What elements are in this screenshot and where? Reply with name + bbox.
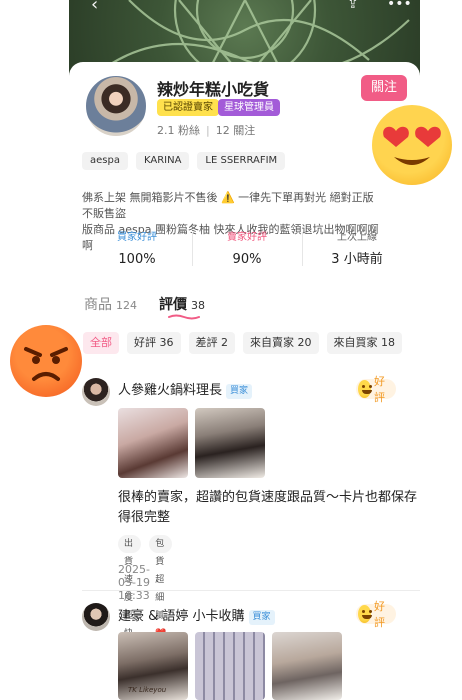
interest-tag[interactable]: LE SSERRAFIM [197,152,286,170]
review-photo[interactable] [195,408,265,478]
share-icon[interactable]: ⇪ [347,0,359,12]
review-photo[interactable] [272,632,342,700]
metric-last-online: 上次上線 3 小時前 [302,230,412,270]
review-date: 2025-03-19 18:33 [118,563,150,602]
reviewer-name[interactable]: 人參雞火鍋料理長 買家 [118,379,253,399]
tab-count: 124 [116,299,137,312]
tab-label: 評價 [159,297,187,313]
tab-count: 38 [191,299,205,312]
angry-emoji-art [24,347,68,381]
buyer-tag: 買家 [248,610,275,625]
reviewer-avatar[interactable] [82,378,110,406]
love-eyes-emoji [372,105,452,185]
filter-from-buyer[interactable]: 來自買家 18 [326,332,402,354]
review-text-line: 很棒的賣家，超讚的包貨速度跟品質～卡片也都保存 [118,490,418,505]
review-divider [82,590,420,591]
followers-count[interactable]: 2.1 粉絲 [157,124,200,137]
bio-line: 佛系上架 無開箱影片不售後 ⚠️ 一律先下單再對光 絕對正版 不販售盜 [82,191,374,220]
rating-badge: 好評 [356,375,396,404]
seller-name: 辣炒年糕小吃貨 [157,80,270,99]
filter-negative[interactable]: 差評 2 [188,332,235,354]
review-text: 很棒的賣家，超讚的包貨速度跟品質～卡片也都保存 得很完整 [118,488,418,528]
metric-value: 3 小時前 [331,252,383,267]
angry-emoji [10,325,82,397]
review-tag: 包貨超細膩 ❤️ [149,535,173,639]
profile-tabs: 商品 124 評價 38 [84,294,205,314]
seller-metrics: 買家好評 100% 賣家好評 90% 上次上線 3 小時前 [82,230,412,270]
active-tab-indicator [168,314,200,320]
photo-caption: TK Likeyou [128,686,167,694]
love-eyes-emoji-art [383,126,441,165]
buyer-tag: 買家 [226,384,253,399]
metric-label: 賣家好評 [227,232,267,243]
rating-label: 好評 [374,600,386,629]
reviewer-name[interactable]: 建豪 & 語婷 小卡收購 買家 [118,605,275,625]
filter-from-seller[interactable]: 來自賣家 20 [243,332,319,354]
back-icon[interactable]: ‹ [91,0,98,15]
metric-buyer-rating: 買家好評 100% [82,230,192,270]
follow-stats: 2.1 粉絲 | 12 關注 [157,122,255,138]
interest-tag[interactable]: KARINA [135,152,190,170]
rating-label: 好評 [374,375,386,404]
review-text-line: 得很完整 [118,510,171,525]
tab-reviews[interactable]: 評價 38 [159,294,205,314]
metric-value: 90% [232,252,262,267]
more-icon[interactable]: ••• [387,0,412,12]
metric-label: 買家好評 [117,232,157,243]
planet-admin-badge: 星球管理員 [218,99,280,116]
tab-products[interactable]: 商品 124 [84,294,137,314]
interest-tags: aespa KARINA LE SSERRAFIM [82,152,286,170]
stats-divider: | [206,124,210,137]
reviewer-name-text: 人參雞火鍋料理長 [118,383,223,398]
metric-label: 上次上線 [337,232,377,243]
smile-emoji [358,380,373,398]
interest-tag[interactable]: aespa [82,152,128,170]
metric-value: 100% [118,252,156,267]
metric-seller-rating: 賣家好評 90% [192,230,302,270]
review-tags: 出貨速度超快 🚀 包貨超細膩 ❤️ [118,535,173,657]
review-filters: 全部 好評 36 差評 2 來自賣家 20 來自買家 18 [83,332,402,354]
review-photo[interactable] [195,632,265,700]
filter-positive[interactable]: 好評 36 [127,332,181,354]
review-photo[interactable]: TK Likeyou [118,632,188,700]
reviewer-avatar[interactable] [82,603,110,631]
following-count[interactable]: 12 關注 [216,124,256,137]
filter-all[interactable]: 全部 [83,332,119,354]
review-photo[interactable] [118,408,188,478]
review-tag: 出貨速度超快 🚀 [118,535,142,657]
rating-badge: 好評 [356,600,396,629]
verified-seller-badge: 已認證賣家 [157,99,219,116]
follow-button[interactable]: 關注 [361,75,407,101]
smile-emoji [358,605,373,623]
seller-avatar[interactable] [84,74,148,138]
reviewer-name-text: 建豪 & 語婷 小卡收購 [118,609,245,624]
tab-label: 商品 [84,297,112,313]
